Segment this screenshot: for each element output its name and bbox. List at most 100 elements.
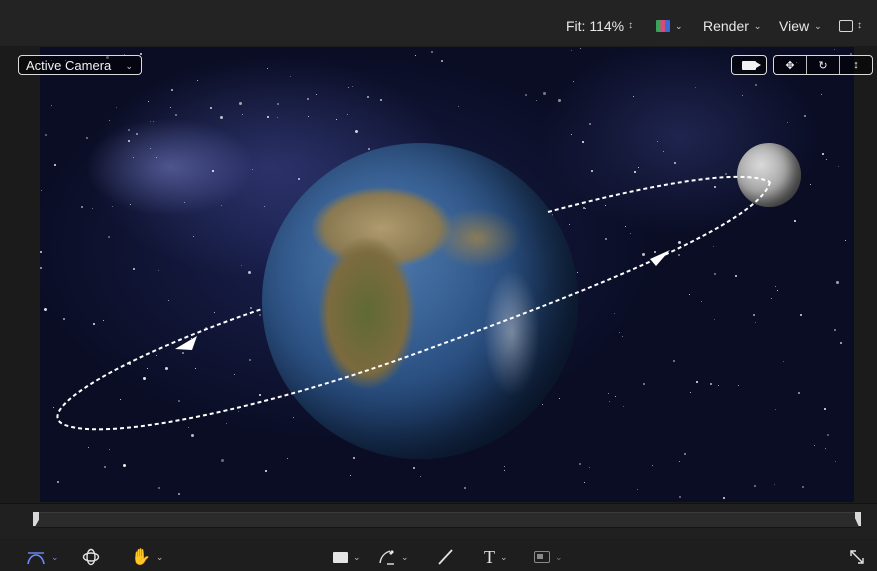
- star: [355, 130, 358, 133]
- color-channels-menu[interactable]: ⌄: [656, 16, 683, 36]
- star: [221, 459, 224, 462]
- star: [802, 486, 804, 488]
- star: [678, 241, 681, 244]
- star: [267, 68, 268, 69]
- view-menu[interactable]: View ⌄: [779, 16, 822, 36]
- star: [53, 407, 54, 408]
- star: [625, 226, 626, 227]
- chevron-down-icon: ⌄: [675, 20, 683, 31]
- star: [123, 464, 126, 467]
- timeline-track[interactable]: [33, 512, 861, 528]
- star: [637, 489, 638, 490]
- star: [336, 119, 337, 120]
- star: [259, 314, 261, 316]
- star: [170, 107, 171, 108]
- star: [559, 398, 560, 399]
- star: [458, 106, 459, 107]
- star: [714, 319, 715, 320]
- star: [800, 314, 802, 316]
- star: [367, 96, 369, 98]
- star: [259, 394, 261, 396]
- star: [558, 99, 561, 102]
- star: [156, 355, 157, 356]
- star: [845, 240, 846, 241]
- star: [420, 476, 421, 477]
- active-camera-select[interactable]: Active Camera ⌄: [18, 55, 142, 75]
- star: [642, 253, 645, 256]
- star: [787, 122, 788, 123]
- star: [657, 141, 658, 142]
- star: [120, 399, 121, 400]
- star: [248, 271, 251, 274]
- star: [826, 159, 827, 160]
- star: [725, 173, 727, 175]
- star: [577, 272, 578, 273]
- orbit-icon: ↻: [818, 59, 828, 72]
- star: [584, 482, 585, 483]
- star: [133, 268, 135, 270]
- orbit-camera-button[interactable]: ↻: [807, 56, 840, 74]
- star: [753, 314, 755, 316]
- star: [252, 169, 253, 170]
- fit-zoom-menu[interactable]: Fit: 114% ↕: [566, 16, 633, 36]
- star: [348, 87, 349, 88]
- star: [679, 496, 681, 498]
- mask-tool-menu[interactable]: ⌄: [534, 548, 563, 566]
- shape-tool-menu[interactable]: ⌄: [333, 548, 361, 566]
- star: [504, 470, 505, 471]
- star: [51, 105, 52, 106]
- star: [710, 383, 712, 385]
- paint-stroke-tool[interactable]: [436, 548, 454, 566]
- star: [242, 114, 243, 115]
- star: [634, 171, 636, 173]
- star: [57, 481, 59, 483]
- transform-tool-menu[interactable]: ⌄: [26, 548, 59, 566]
- star: [277, 117, 278, 118]
- star: [652, 465, 653, 466]
- star: [689, 294, 690, 295]
- earth-layer[interactable]: [262, 143, 578, 459]
- star: [674, 162, 676, 164]
- pen-tool-menu[interactable]: ⌄: [378, 548, 409, 566]
- star: [86, 137, 88, 139]
- moon-layer[interactable]: [737, 143, 801, 207]
- star: [679, 461, 680, 462]
- path-arrow: [650, 250, 670, 266]
- camera-select-button[interactable]: [731, 55, 767, 75]
- text-tool-menu[interactable]: T ⌄: [484, 547, 508, 567]
- star: [723, 497, 725, 499]
- star: [619, 332, 620, 333]
- dolly-camera-button[interactable]: ↕: [840, 56, 872, 74]
- canvas-viewport[interactable]: [40, 47, 854, 502]
- star: [840, 342, 842, 344]
- star: [605, 205, 606, 206]
- star: [836, 281, 839, 284]
- active-camera-label: Active Camera: [26, 57, 112, 73]
- star: [347, 114, 348, 115]
- hand-tool-menu[interactable]: ✋ ⌄: [131, 548, 163, 566]
- star: [583, 207, 585, 209]
- orbit-3d-tool[interactable]: [82, 548, 100, 566]
- chevron-down-icon: ⌄: [401, 551, 409, 562]
- star: [834, 49, 835, 50]
- star: [622, 336, 623, 337]
- star: [571, 50, 572, 51]
- star: [231, 320, 232, 321]
- star: [714, 273, 716, 275]
- camera-icon: [742, 60, 761, 70]
- star: [316, 94, 317, 95]
- layout-icon: [839, 20, 853, 32]
- updown-icon: ↕: [628, 20, 634, 31]
- star: [191, 434, 194, 437]
- star: [136, 133, 138, 135]
- render-menu[interactable]: Render ⌄: [703, 16, 761, 36]
- pen-icon: [379, 550, 394, 565]
- star: [352, 86, 353, 87]
- pan-move-icon: ✥: [785, 59, 795, 72]
- view-layout-menu[interactable]: ↕: [839, 16, 862, 36]
- pan-camera-button[interactable]: ✥: [774, 56, 807, 74]
- star: [638, 167, 639, 168]
- full-screen-button[interactable]: [848, 548, 866, 566]
- motion-path-back: [547, 175, 771, 213]
- mask-icon: [534, 551, 550, 563]
